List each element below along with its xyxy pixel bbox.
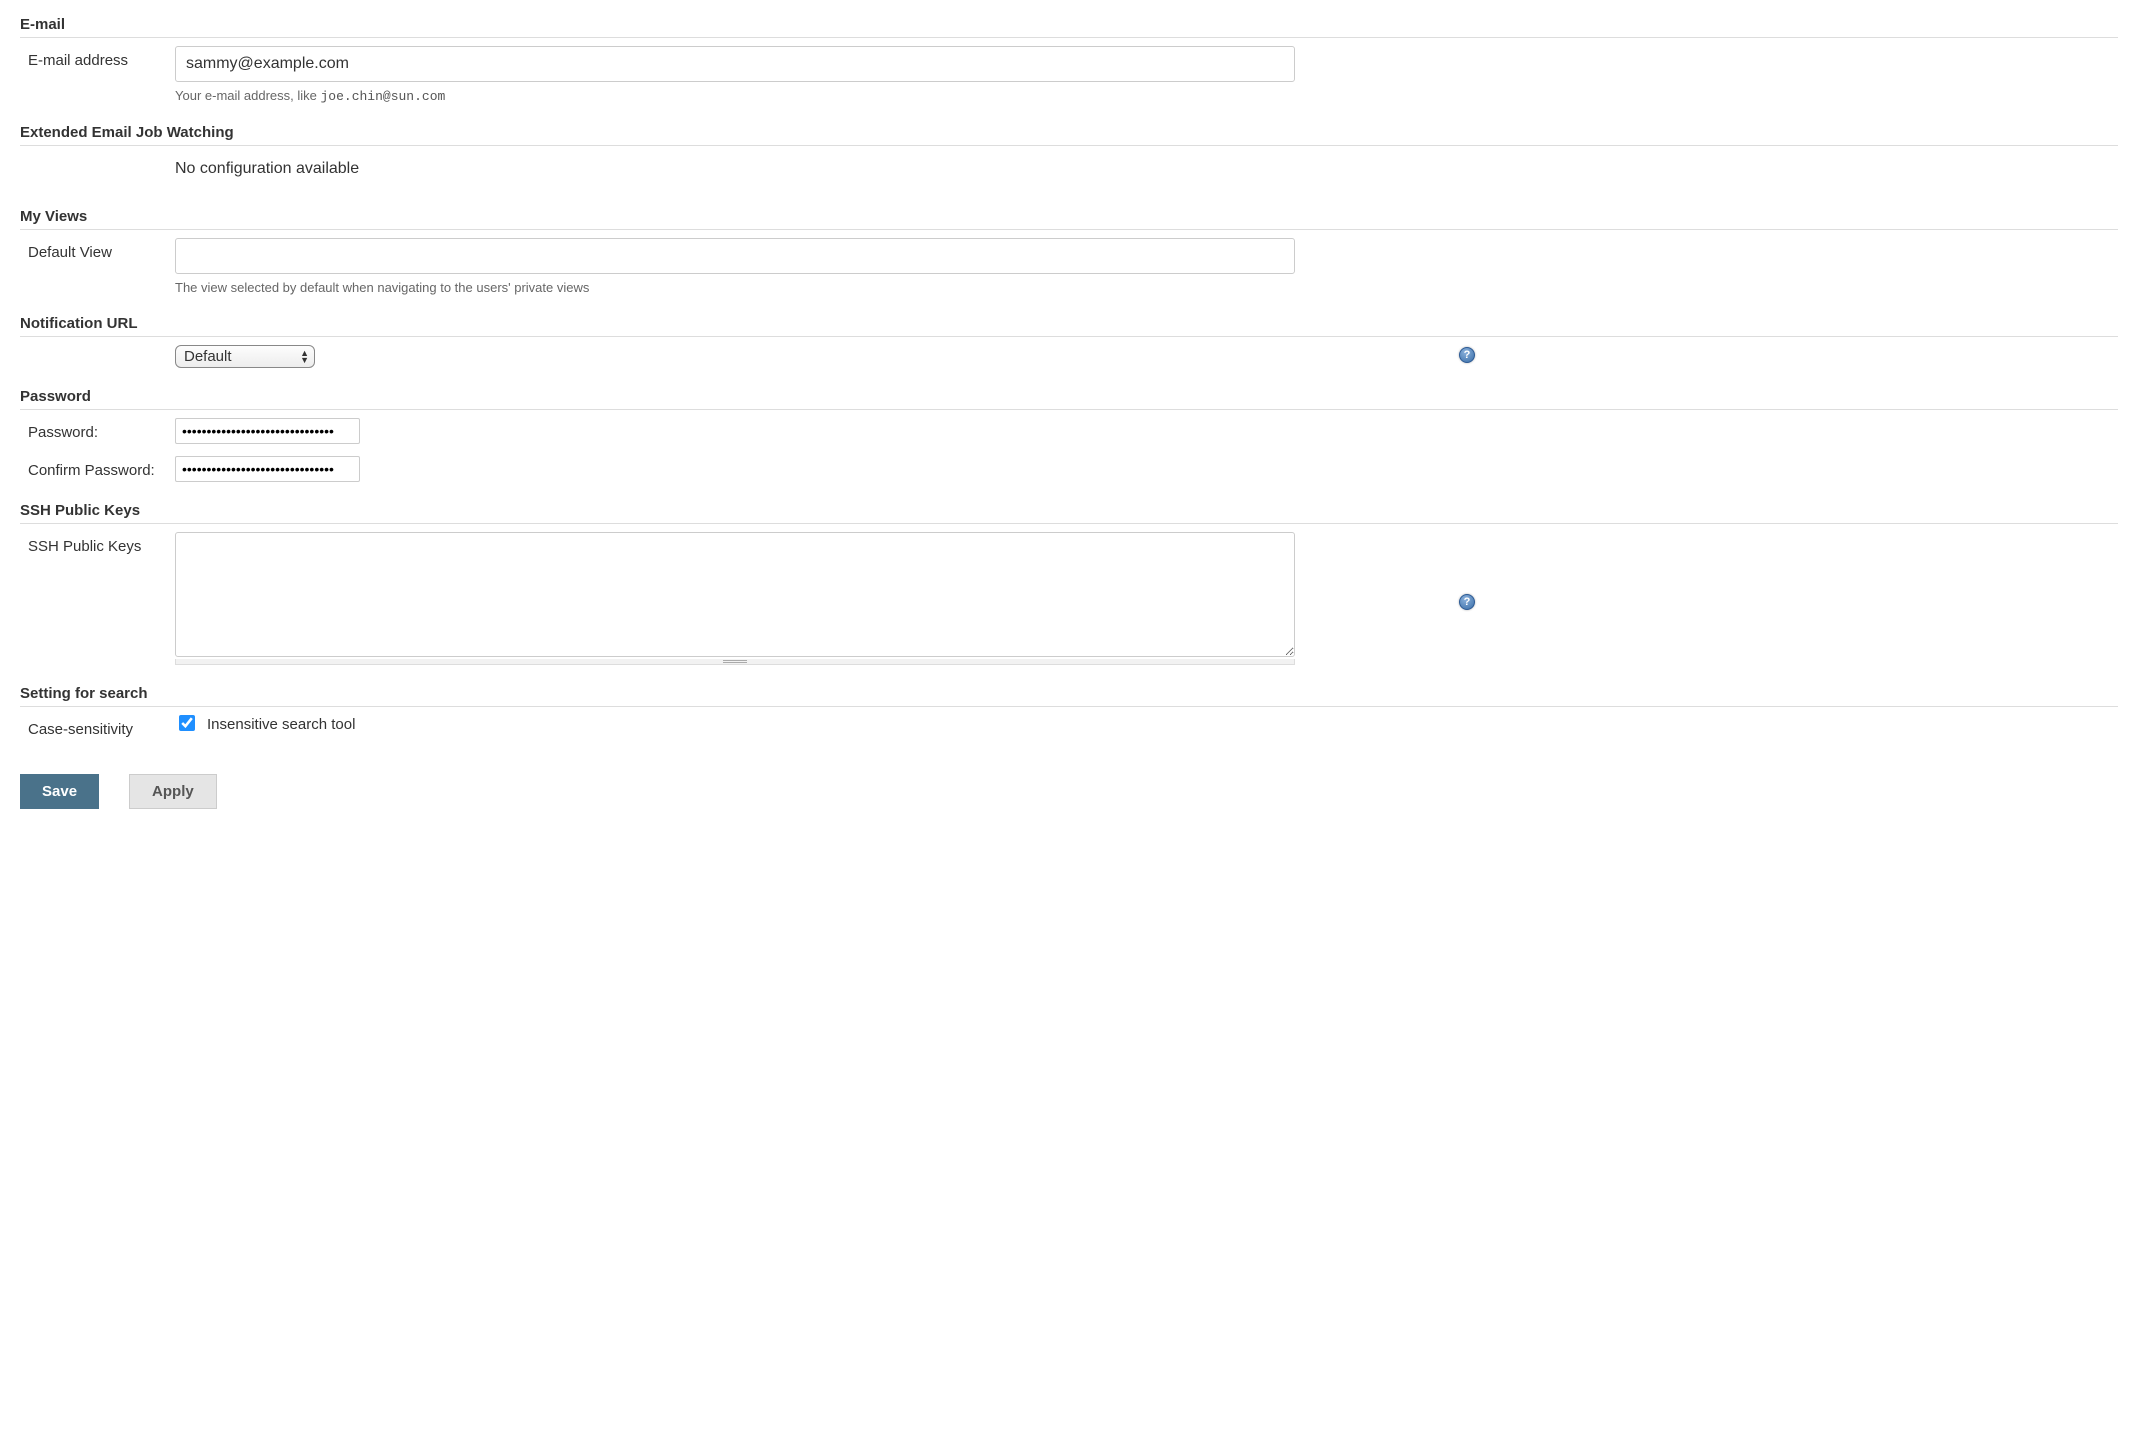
email-address-label: E-mail address — [20, 46, 175, 69]
case-sensitivity-checkbox-label: Insensitive search tool — [207, 716, 355, 733]
default-view-label: Default View — [20, 238, 175, 261]
default-view-input[interactable] — [175, 238, 1295, 274]
email-help-text: Your e-mail address, like joe.chin@sun.c… — [175, 88, 2118, 104]
help-icon[interactable]: ? — [1459, 347, 1475, 363]
confirm-password-label: Confirm Password: — [20, 456, 175, 479]
section-heading-search: Setting for search — [20, 679, 2118, 707]
case-sensitivity-label: Case-sensitivity — [20, 715, 175, 738]
help-icon[interactable]: ? — [1459, 594, 1475, 610]
email-address-input[interactable] — [175, 46, 1295, 82]
section-heading-extended-email: Extended Email Job Watching — [20, 118, 2118, 146]
case-sensitivity-checkbox[interactable] — [179, 715, 195, 731]
section-heading-ssh: SSH Public Keys — [20, 496, 2118, 524]
section-heading-notification-url: Notification URL — [20, 309, 2118, 337]
apply-button[interactable]: Apply — [129, 774, 217, 809]
section-heading-email: E-mail — [20, 10, 2118, 38]
default-view-help: The view selected by default when naviga… — [175, 280, 2118, 295]
confirm-password-input[interactable] — [175, 456, 360, 482]
save-button[interactable]: Save — [20, 774, 99, 809]
notification-label-spacer — [20, 345, 175, 351]
resize-handle-icon — [723, 660, 747, 663]
password-input[interactable] — [175, 418, 360, 444]
resize-track[interactable] — [175, 659, 1295, 665]
section-heading-my-views: My Views — [20, 202, 2118, 230]
ssh-keys-label: SSH Public Keys — [20, 532, 175, 555]
section-heading-password: Password — [20, 382, 2118, 410]
password-label: Password: — [20, 418, 175, 441]
notification-url-select[interactable]: Default — [175, 345, 315, 368]
ssh-keys-textarea[interactable] — [175, 532, 1295, 657]
extended-email-message: No configuration available — [175, 154, 2118, 184]
